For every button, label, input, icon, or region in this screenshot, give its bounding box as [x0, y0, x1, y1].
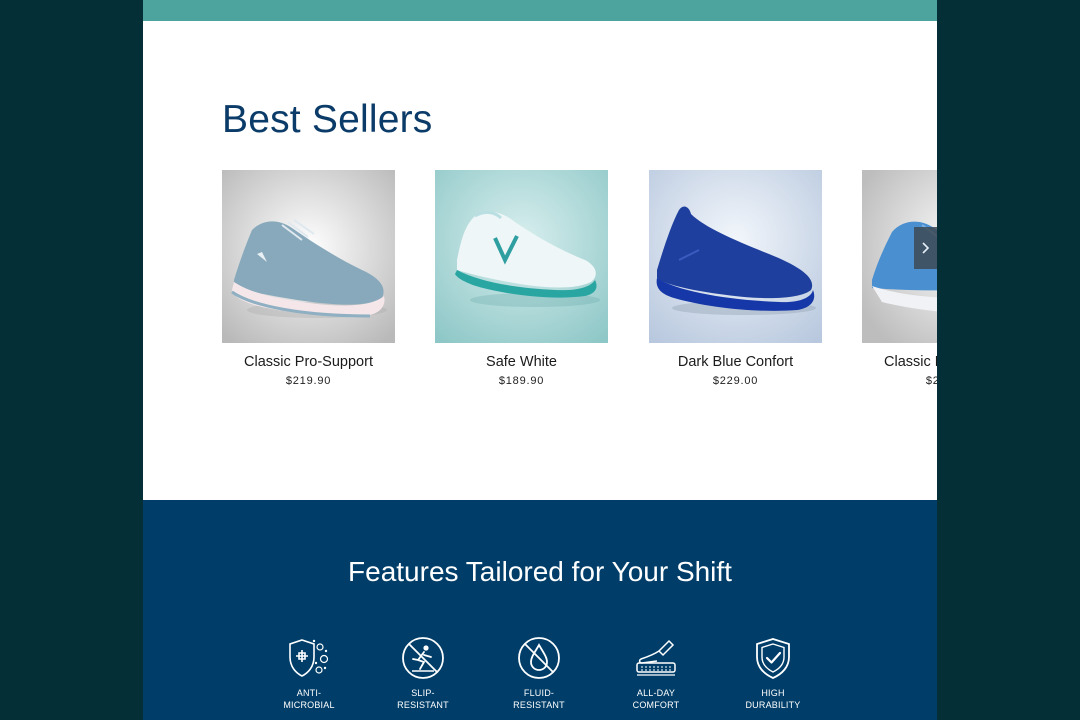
feature-label-line: ALL-DAY	[636, 688, 676, 698]
durability-shield-icon	[756, 638, 790, 679]
product-price: $219.90	[925, 375, 937, 387]
carousel-next-button[interactable]	[914, 227, 937, 269]
chevron-right-icon	[921, 242, 929, 254]
feature-label: SLIP- RESISTANT	[378, 687, 468, 711]
best-sellers-title: Best Sellers	[222, 98, 433, 141]
product-card[interactable]: Safe White $189.90	[435, 170, 608, 387]
product-card[interactable]: Classic Pro-Support $219.90	[222, 170, 395, 387]
feature-label-line: HIGH	[761, 688, 785, 698]
best-sellers-carousel: Classic Pro-Support $219.90 Safe White $…	[143, 170, 937, 400]
feature-label-line: SLIP-	[411, 688, 435, 698]
feature-label: HIGH DURABILITY	[728, 687, 818, 711]
feature-label: FLUID- RESISTANT	[494, 687, 584, 711]
antimicrobial-shield-icon	[289, 639, 329, 677]
features-section: Features Tailored for Your Shift ANTI- M…	[143, 500, 937, 720]
page-container: Best Sellers Classic Pro-Support $219.90…	[143, 0, 937, 720]
product-card[interactable]: Classic Pro-Support $219.90	[862, 170, 937, 387]
product-name[interactable]: Safe White	[435, 354, 608, 370]
feature-label: ALL-DAY COMFORT	[611, 687, 701, 711]
product-price: $219.90	[285, 375, 332, 387]
feature-label-line: COMFORT	[632, 700, 680, 710]
product-image[interactable]	[649, 170, 822, 343]
feature-label-line: RESISTANT	[513, 700, 565, 710]
product-name[interactable]: Classic Pro-Support	[862, 354, 937, 370]
feature-item: HIGH DURABILITY	[728, 635, 818, 711]
feature-label-line: FLUID-	[523, 688, 555, 698]
features-title: Features Tailored for Your Shift	[348, 556, 732, 587]
feature-item: SLIP- RESISTANT	[378, 635, 468, 711]
feature-label-line: RESISTANT	[397, 700, 449, 710]
comfort-hand-icon	[636, 639, 676, 676]
feature-label-line: DURABILITY	[745, 700, 801, 710]
feature-item: ANTI- MICROBIAL	[264, 635, 354, 711]
feature-label-line: ANTI-	[296, 688, 322, 698]
product-card[interactable]: Dark Blue Confort $229.00	[649, 170, 822, 387]
feature-item: ALL-DAY COMFORT	[611, 635, 701, 711]
product-price: $189.90	[498, 375, 545, 387]
feature-label: ANTI- MICROBIAL	[264, 687, 354, 711]
product-price: $229.00	[712, 375, 759, 387]
product-image[interactable]	[222, 170, 395, 343]
feature-label-line: MICROBIAL	[283, 700, 335, 710]
product-name[interactable]: Classic Pro-Support	[222, 354, 395, 370]
product-image[interactable]	[435, 170, 608, 343]
slip-resistant-icon	[402, 637, 444, 679]
product-name[interactable]: Dark Blue Confort	[649, 354, 822, 370]
top-banner-strip	[143, 0, 937, 21]
feature-item: FLUID- RESISTANT	[494, 635, 584, 711]
fluid-resistant-icon	[518, 637, 560, 679]
